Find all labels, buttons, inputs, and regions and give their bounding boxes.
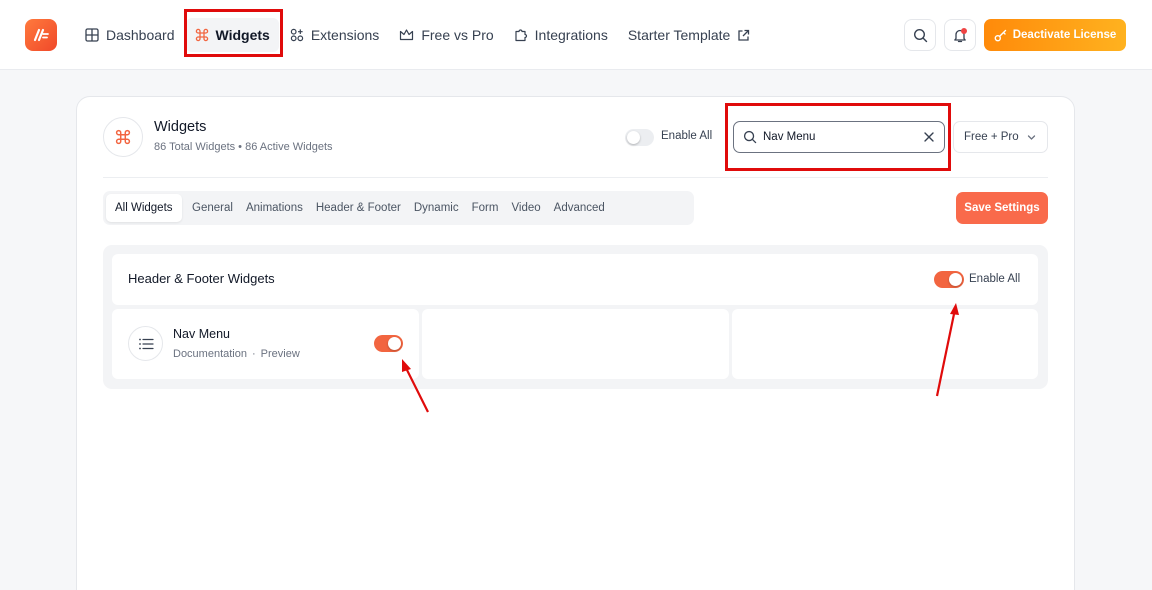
arrow-to-section-toggle: [935, 303, 959, 397]
annotation-arrows: [402, 303, 959, 413]
arrow-to-nav-menu-toggle: [402, 359, 429, 413]
